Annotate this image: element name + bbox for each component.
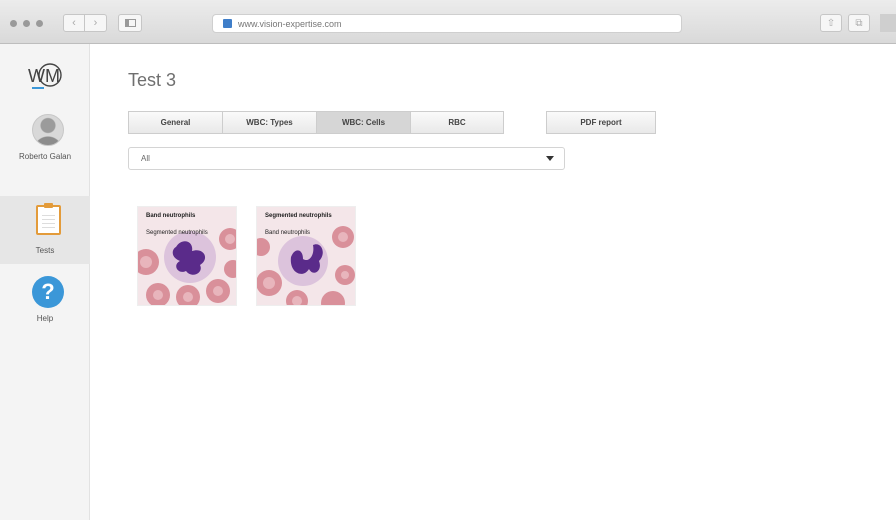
- logo-text: WM: [28, 66, 60, 86]
- tabs-overview-button[interactable]: ⧉: [848, 14, 870, 32]
- clipboard-icon: [36, 203, 61, 235]
- sidebar-item-tests-label: Tests: [35, 246, 55, 255]
- cell-thumbnail[interactable]: Band neutrophils Segmented neutrophils: [137, 206, 237, 306]
- zoom-window-button[interactable]: [36, 20, 43, 27]
- tabs-icon: ⧉: [855, 17, 863, 29]
- forward-button[interactable]: ›: [85, 14, 107, 32]
- tab-bar: General WBC: Types WBC: Cells RBC: [128, 111, 504, 134]
- sidebar-toggle-button[interactable]: [118, 14, 142, 32]
- tab-wbc-types[interactable]: WBC: Types: [222, 111, 316, 134]
- tab-rbc[interactable]: RBC: [410, 111, 504, 134]
- help-icon: ?: [32, 276, 64, 308]
- back-button[interactable]: ‹: [63, 14, 85, 32]
- url-text: www.vision-expertise.com: [238, 18, 342, 29]
- chevron-right-icon: ›: [93, 17, 98, 29]
- cell-filter-value: All: [141, 154, 150, 163]
- tab-wbc-cells[interactable]: WBC: Cells: [316, 111, 410, 134]
- browser-toolbar: ‹ › www.vision-expertise.com ⇧ ⧉: [0, 0, 896, 44]
- cell-filter-select[interactable]: All: [128, 147, 565, 170]
- user-name: Roberto Galan: [18, 152, 72, 161]
- pdf-report-button[interactable]: PDF report: [546, 111, 656, 134]
- caret-down-icon: [546, 156, 554, 161]
- close-window-button[interactable]: [10, 20, 17, 27]
- sidebar-item-tests[interactable]: Tests: [0, 196, 90, 264]
- user-avatar[interactable]: [32, 114, 64, 146]
- chevron-left-icon: ‹: [72, 17, 76, 29]
- sidebar-icon: [124, 19, 136, 27]
- app-sidebar: WM Roberto Galan Tests ? Help: [0, 44, 90, 520]
- window-controls: [10, 20, 43, 27]
- sidebar-item-help-label: Help: [36, 314, 54, 323]
- share-button[interactable]: ⇧: [820, 14, 842, 32]
- page-title: Test 3: [128, 70, 177, 90]
- cell-name: Segmented neutrophils: [146, 230, 208, 236]
- cell-thumbnail[interactable]: Segmented neutrophils Band neutrophils: [256, 206, 356, 306]
- tab-general[interactable]: General: [128, 111, 222, 134]
- toolbar-edge: [880, 14, 896, 32]
- site-favicon-icon: [223, 19, 232, 28]
- share-icon: ⇧: [826, 17, 836, 29]
- wm-logo: WM: [28, 63, 62, 89]
- cell-name: Band neutrophils: [265, 230, 311, 236]
- address-bar[interactable]: www.vision-expertise.com: [212, 14, 682, 33]
- cell-category: Segmented neutrophils: [265, 213, 332, 219]
- history-nav: ‹ ›: [63, 14, 107, 32]
- minimize-window-button[interactable]: [23, 20, 30, 27]
- cell-category: Band neutrophils: [146, 213, 196, 219]
- blood-cell-image: [138, 207, 236, 305]
- blood-cell-image: [257, 207, 355, 305]
